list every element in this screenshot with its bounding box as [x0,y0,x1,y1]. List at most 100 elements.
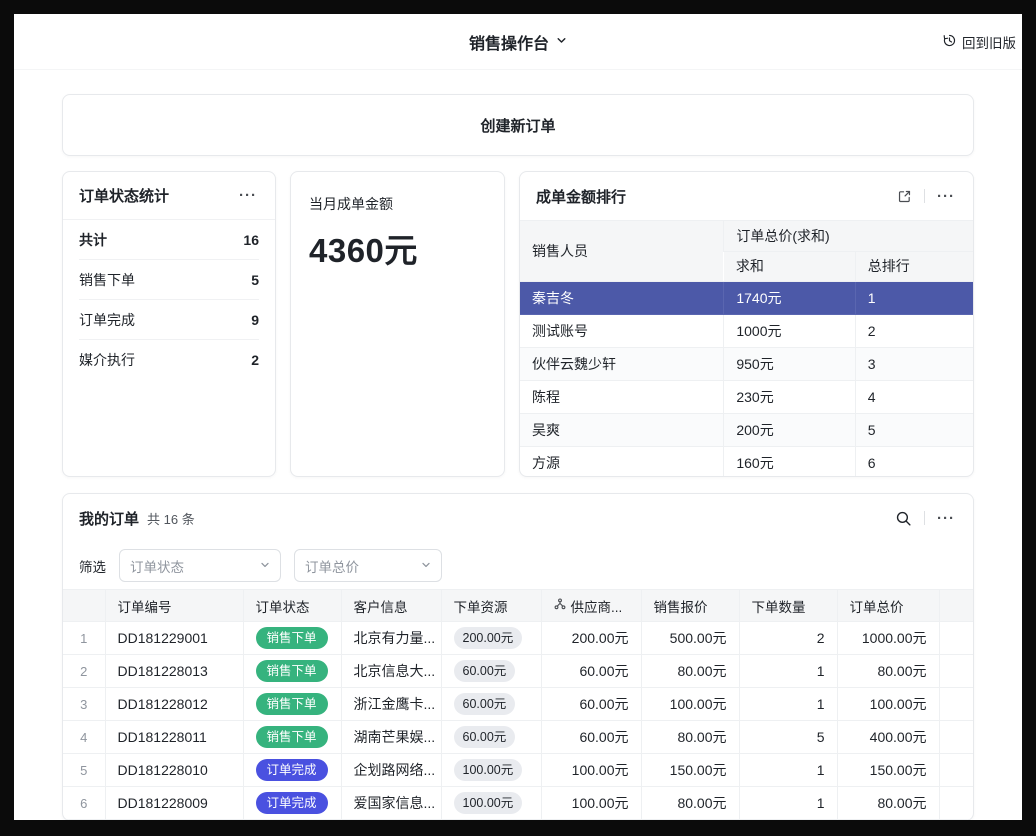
stat-value: 5 [251,272,259,288]
ranking-row[interactable]: 吴爽 200元 5 [520,413,973,446]
column-header-status[interactable]: 订单状态 [243,590,341,622]
extra-cell [939,688,973,721]
stat-row[interactable]: 订单完成 9 [79,300,259,340]
page-title: 销售操作台 [469,30,549,54]
row-number-header [63,590,105,622]
table-row[interactable]: 2 DD181228013 销售下单 北京信息大... 60.00元 60.00… [63,655,973,688]
status-cell: 销售下单 [243,721,341,754]
order-id-cell: DD181228009 [105,787,243,820]
ranking-row-selected[interactable]: 秦吉冬 1740元 1 [520,281,973,314]
qty-cell: 5 [739,721,837,754]
order-total-filter-select[interactable]: 订单总价 [294,549,442,582]
workspace-switcher[interactable]: 销售操作台 [469,30,567,54]
column-header-rank: 总排行 [855,251,973,281]
status-badge: 订单完成 [256,792,328,815]
qty-cell: 1 [739,787,837,820]
status-badge: 订单完成 [256,759,328,782]
ranking-row[interactable]: 伙伴云魏少轩 950元 3 [520,347,973,380]
more-icon[interactable]: ··· [935,187,957,206]
stat-label: 订单完成 [79,310,135,330]
status-cell: 订单完成 [243,787,341,820]
chevron-down-icon [556,33,567,51]
table-row[interactable]: 3 DD181228012 销售下单 浙江金鹰卡... 60.00元 60.00… [63,688,973,721]
qty-cell: 1 [739,655,837,688]
quote-cell: 80.00元 [641,787,739,820]
sum-value: 230元 [724,380,855,413]
topbar: 销售操作台 回到旧版 [14,14,1022,70]
stat-row[interactable]: 销售下单 5 [79,260,259,300]
export-icon[interactable] [895,187,914,206]
select-placeholder: 订单状态 [130,556,184,576]
quote-cell: 80.00元 [641,655,739,688]
divider [924,511,925,525]
quote-cell: 500.00元 [641,622,739,655]
resource-cell: 100.00元 [441,787,541,820]
stat-row-total[interactable]: 共计 16 [79,220,259,260]
supplier-cell: 100.00元 [541,787,641,820]
stat-value: 9 [251,312,259,328]
ranking-row[interactable]: 陈程 230元 4 [520,380,973,413]
order-status-filter-select[interactable]: 订单状态 [119,549,281,582]
qty-cell: 1 [739,688,837,721]
sum-value: 200元 [724,413,855,446]
row-number: 2 [63,655,105,688]
orders-table: 订单编号 订单状态 客户信息 下单资源 供应商... [63,589,973,820]
column-header-total[interactable]: 订单总价 [837,590,939,622]
quote-cell: 150.00元 [641,754,739,787]
resource-badge: 60.00元 [454,726,516,749]
chevron-down-icon [260,558,270,573]
filter-bar: 筛选 订单状态 订单总价 [63,542,973,589]
ranking-card: 成单金额排行 ··· 销售人员 [519,171,974,477]
column-header-quote[interactable]: 销售报价 [641,590,739,622]
column-header-resource[interactable]: 下单资源 [441,590,541,622]
resource-cell: 60.00元 [441,655,541,688]
table-row[interactable]: 1 DD181229001 销售下单 北京有力量... 200.00元 200.… [63,622,973,655]
supplier-cell: 100.00元 [541,754,641,787]
column-header-person: 销售人员 [520,221,724,281]
rank-value: 6 [855,446,973,476]
more-icon[interactable]: ··· [935,509,957,528]
sum-value: 1000元 [724,314,855,347]
resource-cell: 100.00元 [441,754,541,787]
total-cell: 150.00元 [837,754,939,787]
app-window: 销售操作台 回到旧版 创建新订单 订单状态统计 ··· [14,14,1022,820]
back-to-old-version-button[interactable]: 回到旧版 [942,14,1016,69]
resource-badge: 200.00元 [454,627,523,650]
order-id-cell: DD181228012 [105,688,243,721]
client-cell: 北京信息大... [341,655,441,688]
rank-value: 1 [855,281,973,314]
table-row[interactable]: 5 DD181228010 订单完成 企划路网络... 100.00元 100.… [63,754,973,787]
column-header-supplier[interactable]: 供应商... [541,590,641,622]
extra-cell [939,787,973,820]
supplier-cell: 60.00元 [541,721,641,754]
card-title: 我的订单 [79,508,139,529]
row-number: 3 [63,688,105,721]
column-header-order-id[interactable]: 订单编号 [105,590,243,622]
status-cell: 订单完成 [243,754,341,787]
resource-badge: 60.00元 [454,693,516,716]
table-row[interactable]: 4 DD181228011 销售下单 湖南芒果娱... 60.00元 60.00… [63,721,973,754]
amount-title: 当月成单金额 [309,194,486,214]
column-header-client[interactable]: 客户信息 [341,590,441,622]
column-header-qty[interactable]: 下单数量 [739,590,837,622]
search-icon[interactable] [893,508,914,529]
stat-row[interactable]: 媒介执行 2 [79,340,259,380]
more-icon[interactable]: ··· [237,186,259,205]
ranking-row[interactable]: 方源 160元 6 [520,446,973,476]
table-row[interactable]: 6 DD181228009 订单完成 爱国家信息... 100.00元 100.… [63,787,973,820]
ranking-row[interactable]: 测试账号 1000元 2 [520,314,973,347]
total-cell: 1000.00元 [837,622,939,655]
column-header-extra [939,590,973,622]
card-title: 成单金额排行 [536,186,626,207]
rank-value: 5 [855,413,973,446]
extra-cell [939,721,973,754]
create-order-label: 创建新订单 [480,115,555,136]
relation-icon [554,598,566,613]
qty-cell: 2 [739,622,837,655]
row-number: 6 [63,787,105,820]
monthly-amount-card: 当月成单金额 4360元 [290,171,505,477]
orders-header-row: 订单编号 订单状态 客户信息 下单资源 供应商... [63,590,973,622]
client-cell: 湖南芒果娱... [341,721,441,754]
create-order-button[interactable]: 创建新订单 [62,94,974,156]
client-cell: 企划路网络... [341,754,441,787]
